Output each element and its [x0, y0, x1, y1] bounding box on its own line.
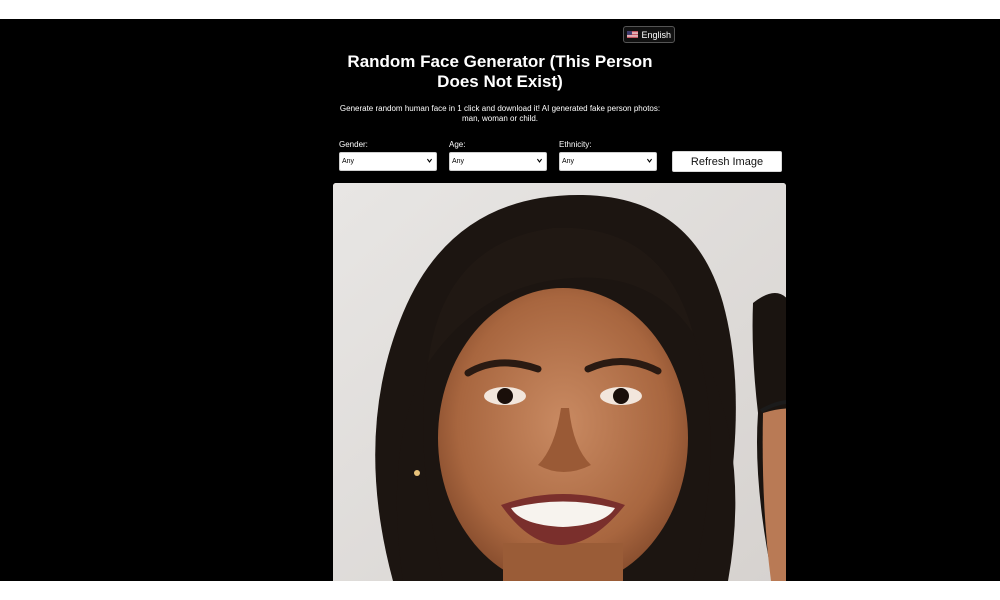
- us-flag-icon: [627, 31, 639, 38]
- ethnicity-select[interactable]: Any: [559, 152, 657, 171]
- age-field: Age: Any: [449, 140, 547, 171]
- page-stage: English Random Face Generator (This Pers…: [0, 19, 1000, 581]
- gender-field: Gender: Any: [339, 140, 437, 171]
- gender-label: Gender:: [339, 140, 368, 149]
- ethnicity-field: Ethnicity: Any: [559, 140, 657, 171]
- refresh-image-button[interactable]: Refresh Image: [672, 151, 782, 172]
- face-photo: [333, 183, 786, 581]
- age-label: Age:: [449, 140, 466, 149]
- page-title: Random Face Generator (This Person Does …: [347, 52, 653, 91]
- gender-value: Any: [342, 158, 355, 165]
- chevron-down-icon: [646, 158, 653, 163]
- generated-face-image: [333, 183, 786, 581]
- ethnicity-label: Ethnicity:: [559, 140, 592, 149]
- age-select[interactable]: Any: [449, 152, 547, 171]
- chevron-down-icon: [426, 158, 433, 163]
- page-subtitle: Generate random human face in 1 click an…: [339, 104, 661, 123]
- chevron-down-icon: [536, 158, 543, 163]
- age-value: Any: [452, 158, 465, 165]
- ethnicity-value: Any: [562, 158, 575, 165]
- language-selector[interactable]: English: [623, 26, 675, 43]
- gender-select[interactable]: Any: [339, 152, 437, 171]
- language-label: English: [641, 29, 671, 40]
